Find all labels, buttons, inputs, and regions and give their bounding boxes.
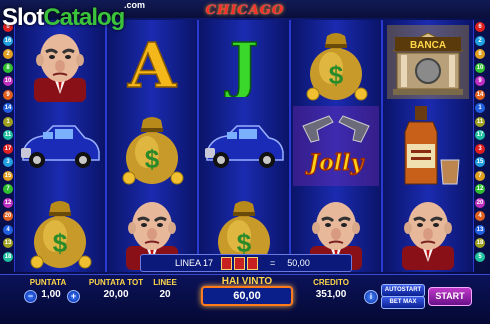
- payline-number: 13: [3, 238, 13, 248]
- payline-number: 14: [3, 103, 13, 113]
- win-symbol-icon: [221, 256, 233, 270]
- payline-number: 20: [475, 197, 485, 208]
- money-bag-symbol-icon: $: [15, 188, 105, 272]
- linee-value: 20: [159, 289, 171, 300]
- reels: $ A $ J $ $ Jolly BANCA: [14, 20, 476, 272]
- win-symbol-icon: [247, 256, 259, 270]
- winning-line-bar: LINEA 17 = 50,00: [140, 254, 352, 272]
- svg-text:$: $: [53, 228, 68, 258]
- money-bag-symbol-icon: $: [291, 20, 381, 104]
- payline-number: 7: [475, 170, 485, 181]
- payline-number: 17: [475, 130, 485, 140]
- payline-numbers-right: 6 2 8 10 9 14 1 11 17 3 15 7 12 20 4 13 18 5: [475, 22, 487, 265]
- banca-symbol-icon: BANCA: [383, 20, 473, 104]
- logo-catalog-text: Catalog: [43, 4, 125, 31]
- credito-value: 351,00: [315, 289, 347, 300]
- payline-number: 8: [475, 49, 485, 59]
- win-line-symbol-icons: [221, 256, 259, 270]
- slotcatalog-logo: SlotCatalog .com: [2, 0, 145, 36]
- payline-number: 1: [3, 116, 13, 127]
- letter-j-symbol-icon: J: [199, 20, 289, 104]
- payline-number: 15: [3, 170, 13, 181]
- reel-5: BANCA: [382, 20, 474, 272]
- linee-label: LINEE: [153, 278, 177, 287]
- payline-number: 7: [3, 184, 13, 194]
- jolly-guns-symbol-icon: Jolly: [291, 104, 381, 188]
- payline-number: 1: [475, 103, 485, 113]
- blue-car-symbol-icon: [199, 104, 289, 188]
- game-title: CHICAGO: [205, 3, 285, 18]
- puntata-value: 1,00: [41, 289, 61, 300]
- money-bag-symbol-icon: $: [107, 104, 197, 188]
- payline-number: 12: [475, 184, 485, 194]
- svg-text:$: $: [329, 60, 344, 90]
- payline-number: 18: [475, 238, 485, 248]
- payline-number: 3: [3, 157, 13, 167]
- puntata-tot-value: 20,00: [103, 289, 129, 300]
- payline-number: 16: [3, 35, 13, 46]
- payline-number: 2: [3, 49, 13, 59]
- payline-number: 18: [3, 251, 13, 262]
- payline-number: 4: [3, 224, 13, 235]
- blue-car-symbol-icon: [15, 104, 105, 188]
- payline-number: 3: [475, 143, 485, 154]
- payline-number: 5: [475, 251, 485, 262]
- payline-number: 4: [475, 211, 485, 221]
- gangster-boss-symbol-icon: [383, 188, 473, 272]
- payline-number: 13: [475, 224, 485, 235]
- slot-game: CHICAGO 6 16 2 8 10 9 14 1 11 17 3 15 7 12 20 4 13 18 628…: [0, 0, 490, 324]
- payline-number: 10: [3, 76, 13, 86]
- win-line-label: LINEA 17: [175, 258, 214, 268]
- hai-vinto-value: 60,00: [201, 286, 293, 306]
- reel-2: A $: [106, 20, 198, 272]
- payline-number: 20: [3, 211, 13, 221]
- letter-j-text: J: [224, 29, 258, 97]
- reel-3: J $: [198, 20, 290, 272]
- payline-number: 17: [3, 143, 13, 154]
- payline-number: 15: [475, 157, 485, 167]
- payline-number: 8: [3, 62, 13, 73]
- banca-text: BANCA: [410, 40, 446, 51]
- svg-text:$: $: [145, 144, 160, 174]
- bet-max-button[interactable]: BET MAX: [381, 296, 425, 309]
- payline-number: 10: [475, 62, 485, 73]
- reel-4: $ Jolly: [290, 20, 382, 272]
- win-symbol-icon: [234, 256, 246, 270]
- bet-plus-button[interactable]: +: [67, 290, 80, 303]
- puntata-label: PUNTATA: [29, 278, 67, 287]
- info-button[interactable]: i: [364, 290, 378, 304]
- letter-a-text: A: [127, 29, 177, 97]
- reel-1: $: [14, 20, 106, 272]
- credito-label: CREDITO: [313, 278, 349, 287]
- payline-number: 11: [475, 116, 485, 127]
- payline-number: 14: [475, 89, 485, 100]
- payline-number: 9: [475, 76, 485, 86]
- win-line-amount: 50,00: [287, 258, 310, 268]
- payline-number: 12: [3, 197, 13, 208]
- payline-number: 6: [475, 22, 485, 32]
- payline-number: 9: [3, 89, 13, 100]
- win-line-equals: =: [270, 258, 276, 268]
- whiskey-symbol-icon: [383, 104, 473, 188]
- payline-number: 2: [475, 35, 485, 46]
- jolly-text: Jolly: [305, 150, 366, 176]
- logo-slot-text: Slot: [2, 4, 44, 31]
- payline-number: 11: [3, 130, 13, 140]
- puntata-tot-label: PUNTATA TOT: [88, 278, 144, 287]
- start-button[interactable]: START: [428, 287, 472, 306]
- logo-com-text: .com: [124, 0, 146, 10]
